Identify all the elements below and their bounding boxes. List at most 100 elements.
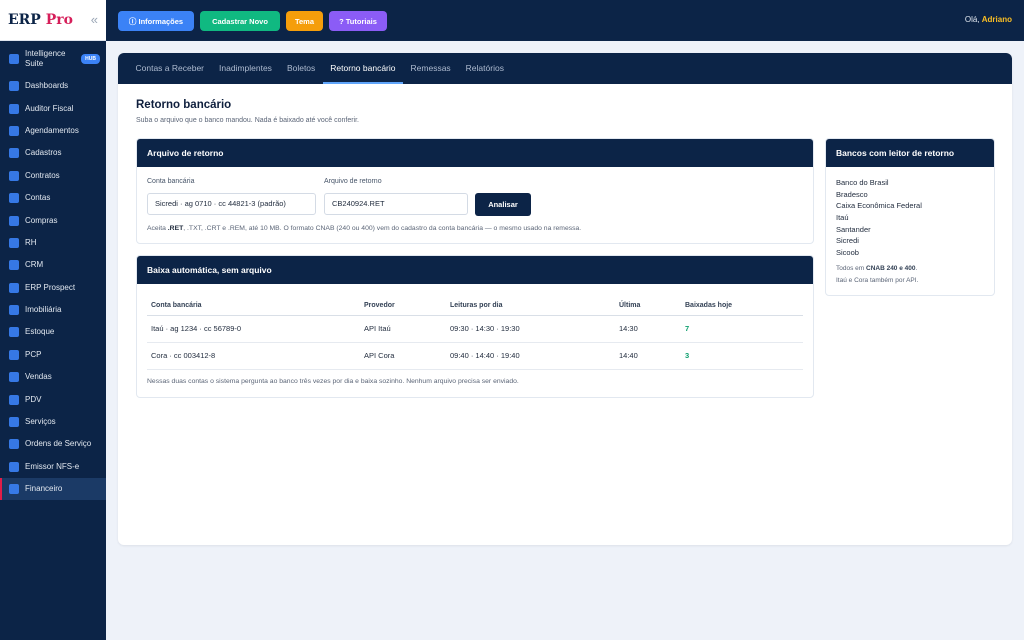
module-icon [9, 81, 19, 92]
reads-cell: 09:40 · 14:40 · 19:40 [446, 342, 615, 370]
sidebar-item-auditor-fiscal[interactable]: Auditor Fiscal [0, 97, 106, 119]
sidebar-item-label: Agendamentos [25, 125, 79, 135]
sidebar-item-label: Auditor Fiscal [25, 103, 74, 113]
module-icon [9, 193, 19, 204]
page-title: Retorno bancário [136, 99, 232, 111]
panel-title: Arquivo de retorno [137, 139, 813, 167]
sidebar-item-contratos[interactable]: Contratos [0, 165, 106, 187]
tab-inadimplentes[interactable]: Inadimplentes [212, 53, 280, 84]
sidebar-item-agendamentos[interactable]: Agendamentos [0, 120, 106, 142]
banks-format-note: Todos em CNAB 240 e 400. [836, 265, 918, 272]
sidebar-item-vendas[interactable]: Vendas [0, 366, 106, 388]
tab-retorno-bancario[interactable]: Retorno bancário [322, 53, 404, 84]
table-row[interactable]: Cora · cc 003412-8 API Cora 09:40 · 14:4… [147, 342, 803, 370]
sidebar-item-dashboards[interactable]: Dashboards [0, 75, 106, 97]
auto-note: Nessas duas contas o sistema pergunta ao… [147, 378, 519, 385]
account-cell: Cora · cc 003412-8 [147, 342, 360, 370]
sidebar-item-emissor-nfse[interactable]: Emissor NFS-e [0, 456, 106, 478]
sidebar-item-label: RH [25, 237, 37, 247]
column-header: Leituras por dia [446, 296, 615, 316]
theme-button[interactable]: Tema [286, 11, 323, 31]
tab-contas-a-receber[interactable]: Contas a Receber [128, 53, 212, 84]
column-header: Provedor [360, 296, 446, 316]
provider-cell: API Cora [360, 342, 446, 370]
module-icon [9, 349, 19, 360]
financeiro-tabs: Contas a Receber Inadimplentes Boletos R… [118, 53, 1012, 84]
last-read-cell: 14:40 [615, 342, 681, 370]
sidebar-item-imobiliaria[interactable]: Imobiliária [0, 299, 106, 321]
tab-boletos[interactable]: Boletos [279, 53, 322, 84]
module-icon [9, 125, 19, 136]
sidebar-item-label: Contas [25, 193, 51, 203]
brand-header: ERP Pro « [0, 0, 106, 41]
settled-today-cell: 7 [681, 315, 803, 343]
panel-title: Bancos com leitor de retorno [826, 139, 994, 167]
column-header: Conta bancária [147, 296, 360, 316]
sidebar-item-label: PDV [25, 394, 42, 404]
account-cell: Itaú · ag 1234 · cc 56789-0 [147, 315, 360, 343]
sidebar-item-compras[interactable]: Compras [0, 209, 106, 231]
sidebar-item-label: Vendas [25, 372, 52, 382]
sidebar-item-label: Imobiliária [25, 305, 62, 315]
sidebar-item-ordens-de-servico[interactable]: Ordens de Serviço [0, 433, 106, 455]
info-button[interactable]: ⓘ Informações [118, 11, 194, 31]
module-icon [9, 170, 19, 181]
return-file-panel: Arquivo de retorno Conta bancária Sicred… [136, 138, 814, 244]
sidebar-item-label: Contratos [25, 170, 60, 180]
upload-hint: Aceita .RET, .TXT, .CRT e .REM, até 10 M… [147, 225, 582, 232]
sidebar-item-pcp[interactable]: PCP [0, 344, 106, 366]
sidebar-item-estoque[interactable]: Estoque [0, 321, 106, 343]
bank-account-select[interactable]: Sicredi · ag 0710 · cc 44821-3 (padrão) [147, 193, 316, 215]
sidebar-item-pdv[interactable]: PDV [0, 388, 106, 410]
sidebar-item-crm[interactable]: CRM [0, 254, 106, 276]
sidebar-item-label: ERP Prospect [25, 282, 76, 292]
provider-cell: API Itaú [360, 315, 446, 343]
bank-list: Banco do Brasil Bradesco Caixa Econômica… [836, 177, 922, 259]
panel-title: Baixa automática, sem arquivo [137, 256, 813, 284]
sidebar-item-label: Cadastros [25, 148, 62, 158]
analyze-button[interactable]: Analisar [475, 193, 531, 216]
table-header-row: Conta bancária Provedor Leituras por dia… [147, 296, 803, 316]
sidebar-item-label: Financeiro [25, 484, 63, 494]
list-item: Itaú [836, 213, 849, 223]
sidebar-item-servicos[interactable]: Serviços [0, 411, 106, 433]
main-content: Contas a Receber Inadimplentes Boletos R… [118, 53, 1012, 545]
list-item: Sicredi [836, 236, 859, 246]
module-icon [9, 305, 19, 316]
module-icon [9, 237, 19, 248]
sidebar-item-label: Compras [25, 215, 58, 225]
module-icon [9, 372, 19, 383]
auto-accounts-table: Conta bancária Provedor Leituras por dia… [147, 296, 803, 370]
user-name[interactable]: Adriano [982, 15, 1012, 24]
sidebar-item-label: Emissor NFS-e [25, 461, 80, 471]
sidebar-item-label: Ordens de Serviço [25, 439, 92, 449]
sidebar-item-erp-prospect[interactable]: ERP Prospect [0, 277, 106, 299]
column-header: Baixadas hoje [681, 296, 803, 316]
last-read-cell: 14:30 [615, 315, 681, 343]
return-file-input[interactable]: CB240924.RET [324, 193, 468, 215]
tutorials-button[interactable]: ? Tutoriais [329, 11, 387, 31]
app-logo[interactable]: ERP Pro [8, 12, 73, 28]
banks-api-note: Itaú e Cora também por API. [836, 277, 919, 284]
sidebar-item-contas[interactable]: Contas [0, 187, 106, 209]
module-icon [9, 327, 19, 338]
tab-relatorios[interactable]: Relatórios [458, 53, 511, 84]
auto-settlement-panel: Baixa automática, sem arquivo Conta banc… [136, 255, 814, 398]
supported-banks-panel: Bancos com leitor de retorno Banco do Br… [825, 138, 995, 296]
sidebar-item-cadastros[interactable]: Cadastros [0, 142, 106, 164]
top-bar: ⓘ Informações Cadastrar Novo Tema ? Tuto… [106, 0, 1024, 41]
sidebar-item-label: Dashboards [25, 81, 69, 91]
sidebar-item-intelligence-suite[interactable]: Intelligence Suite HUB [0, 44, 106, 73]
module-icon [9, 394, 19, 405]
table-row[interactable]: Itaú · ag 1234 · cc 56789-0 API Itaú 09:… [147, 315, 803, 343]
sidebar-item-financeiro[interactable]: Financeiro [0, 478, 106, 501]
add-new-button[interactable]: Cadastrar Novo [200, 11, 280, 31]
settled-today-cell: 3 [681, 342, 803, 370]
user-greeting: Olá, Adriano [964, 15, 1012, 24]
tab-remessas[interactable]: Remessas [403, 53, 458, 84]
sidebar-item-rh[interactable]: RH [0, 232, 106, 254]
list-item: Banco do Brasil [836, 178, 889, 187]
collapse-sidebar-icon[interactable]: « [91, 12, 98, 27]
module-icon [9, 53, 19, 64]
module-icon [9, 417, 19, 428]
